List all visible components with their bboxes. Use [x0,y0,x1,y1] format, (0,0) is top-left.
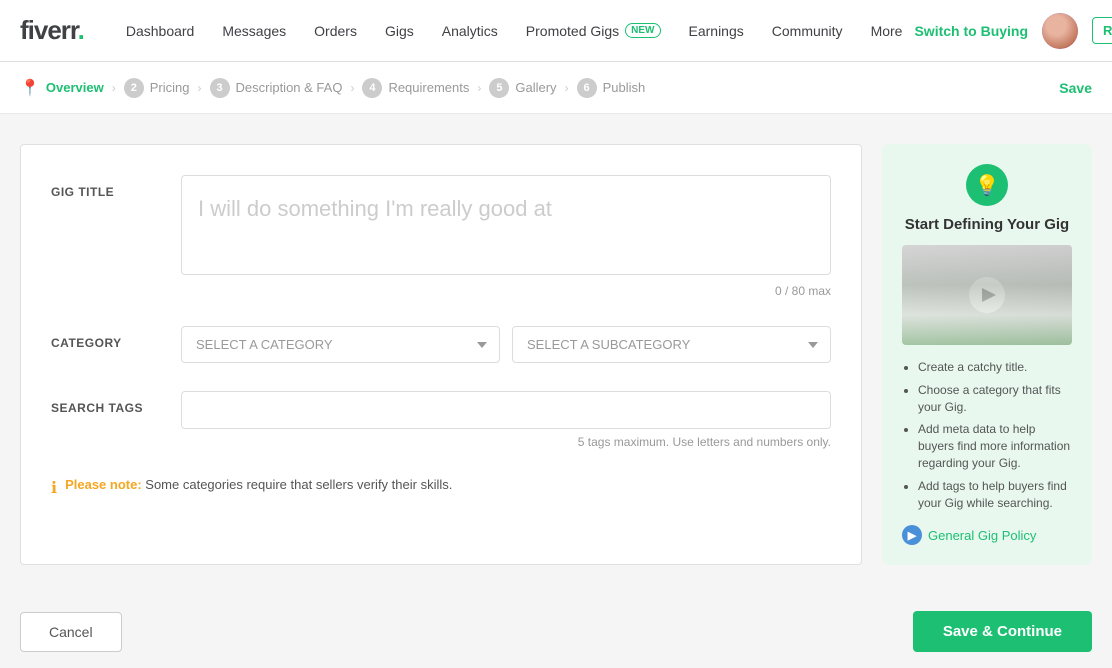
nav-item-more[interactable]: More [859,15,915,47]
gig-title-field: 0 / 80 max [181,175,831,298]
step-requirements-label: Requirements [388,80,469,95]
switch-buying-button[interactable]: Switch to Buying [914,23,1028,39]
policy-link[interactable]: ▶ General Gig Policy [902,525,1072,545]
step-circle-2: 2 [124,78,144,98]
step-gallery-label: Gallery [515,80,556,95]
notice-detail: Some categories require that sellers ver… [142,477,453,492]
new-badge: NEW [625,23,660,38]
category-select[interactable]: SELECT A CATEGORY [181,326,500,363]
logo[interactable]: fiverr. [20,15,84,46]
nav-item-messages[interactable]: Messages [210,15,298,47]
subcategory-select[interactable]: SELECT A SUBCATEGORY [512,326,831,363]
breadcrumb: 📍 Overview › 2 Pricing › 3 Description &… [0,62,1112,114]
video-thumbnail[interactable] [902,245,1072,345]
help-icon-top: 💡 [902,164,1072,206]
step-circle-5: 5 [489,78,509,98]
location-icon: 📍 [20,78,40,98]
balance-badge[interactable]: Rs7,293.32 [1092,17,1112,44]
side-panel: 💡 Start Defining Your Gig Create a catch… [882,144,1092,565]
nav-item-community[interactable]: Community [760,15,855,47]
search-tags-input[interactable] [181,391,831,429]
step-description[interactable]: 3 Description & FAQ [210,78,343,98]
nav-item-dashboard[interactable]: Dashboard [114,15,207,47]
breadcrumb-save-button[interactable]: Save [1059,80,1092,96]
cancel-button[interactable]: Cancel [20,612,122,652]
category-selects: SELECT A CATEGORY SELECT A SUBCATEGORY [181,326,831,363]
save-continue-button[interactable]: Save & Continue [913,611,1092,652]
help-point-1: Create a catchy title. [918,359,1072,376]
step-circle-3: 3 [210,78,230,98]
gig-title-input[interactable] [181,175,831,275]
step-arrow-3: › [350,81,354,95]
tags-hint: 5 tags maximum. Use letters and numbers … [181,435,831,449]
step-pricing-label: Pricing [150,80,190,95]
nav-item-promoted-gigs[interactable]: Promoted Gigs NEW [514,15,673,47]
step-description-label: Description & FAQ [236,80,343,95]
breadcrumb-steps: 📍 Overview › 2 Pricing › 3 Description &… [20,78,1059,98]
policy-icon: ▶ [902,525,922,545]
avatar-image [1042,13,1078,49]
step-arrow-4: › [477,81,481,95]
help-point-3: Add meta data to help buyers find more i… [918,421,1072,471]
help-card: 💡 Start Defining Your Gig Create a catch… [882,144,1092,565]
notice-icon: ℹ [51,478,57,498]
notice-text: Please note: Some categories require tha… [65,477,452,492]
help-title: Start Defining Your Gig [902,216,1072,233]
step-circle-4: 4 [362,78,382,98]
nav-item-earnings[interactable]: Earnings [677,15,756,47]
logo-dot: . [78,15,84,45]
gig-title-label: GIG TITLE [51,175,181,298]
lightbulb-icon: 💡 [975,173,1000,198]
search-tags-label: SEARCH TAGS [51,391,181,449]
step-gallery[interactable]: 5 Gallery [489,78,556,98]
nav-item-orders[interactable]: Orders [302,15,369,47]
header-right: Switch to Buying Rs7,293.32 [914,13,1112,49]
category-row: CATEGORY SELECT A CATEGORY SELECT A SUBC… [51,326,831,363]
nav-item-gigs[interactable]: Gigs [373,15,426,47]
video-bg [902,245,1072,345]
avatar[interactable] [1042,13,1078,49]
bottom-actions: Cancel Save & Continue [0,595,1112,668]
main-nav: Dashboard Messages Orders Gigs Analytics… [114,15,915,47]
notice: ℹ Please note: Some categories require t… [51,477,831,508]
logo-text: fiverr [20,15,78,45]
step-arrow-1: › [112,81,116,95]
search-tags-field: 5 tags maximum. Use letters and numbers … [181,391,831,449]
form-card: GIG TITLE 0 / 80 max CATEGORY SELECT A C… [20,144,862,565]
step-arrow-2: › [198,81,202,95]
step-requirements[interactable]: 4 Requirements [362,78,469,98]
gig-title-row: GIG TITLE 0 / 80 max [51,175,831,298]
nav-item-analytics[interactable]: Analytics [430,15,510,47]
step-circle-6: 6 [577,78,597,98]
help-points: Create a catchy title. Choose a category… [902,359,1072,511]
step-overview-label: Overview [46,80,104,95]
help-point-2: Choose a category that fits your Gig. [918,382,1072,416]
step-pricing[interactable]: 2 Pricing [124,78,190,98]
help-icon-circle: 💡 [966,164,1008,206]
notice-bold: Please note: [65,477,142,492]
step-overview[interactable]: 📍 Overview [20,78,104,98]
policy-label: General Gig Policy [928,528,1036,543]
char-count: 0 / 80 max [181,284,831,298]
help-point-4: Add tags to help buyers find your Gig wh… [918,478,1072,512]
search-tags-row: SEARCH TAGS 5 tags maximum. Use letters … [51,391,831,449]
step-publish-label: Publish [603,80,646,95]
main-content: GIG TITLE 0 / 80 max CATEGORY SELECT A C… [0,114,1112,595]
step-publish[interactable]: 6 Publish [577,78,646,98]
app-header: fiverr. Dashboard Messages Orders Gigs A… [0,0,1112,62]
step-arrow-5: › [565,81,569,95]
category-field: SELECT A CATEGORY SELECT A SUBCATEGORY [181,326,831,363]
category-label: CATEGORY [51,326,181,363]
